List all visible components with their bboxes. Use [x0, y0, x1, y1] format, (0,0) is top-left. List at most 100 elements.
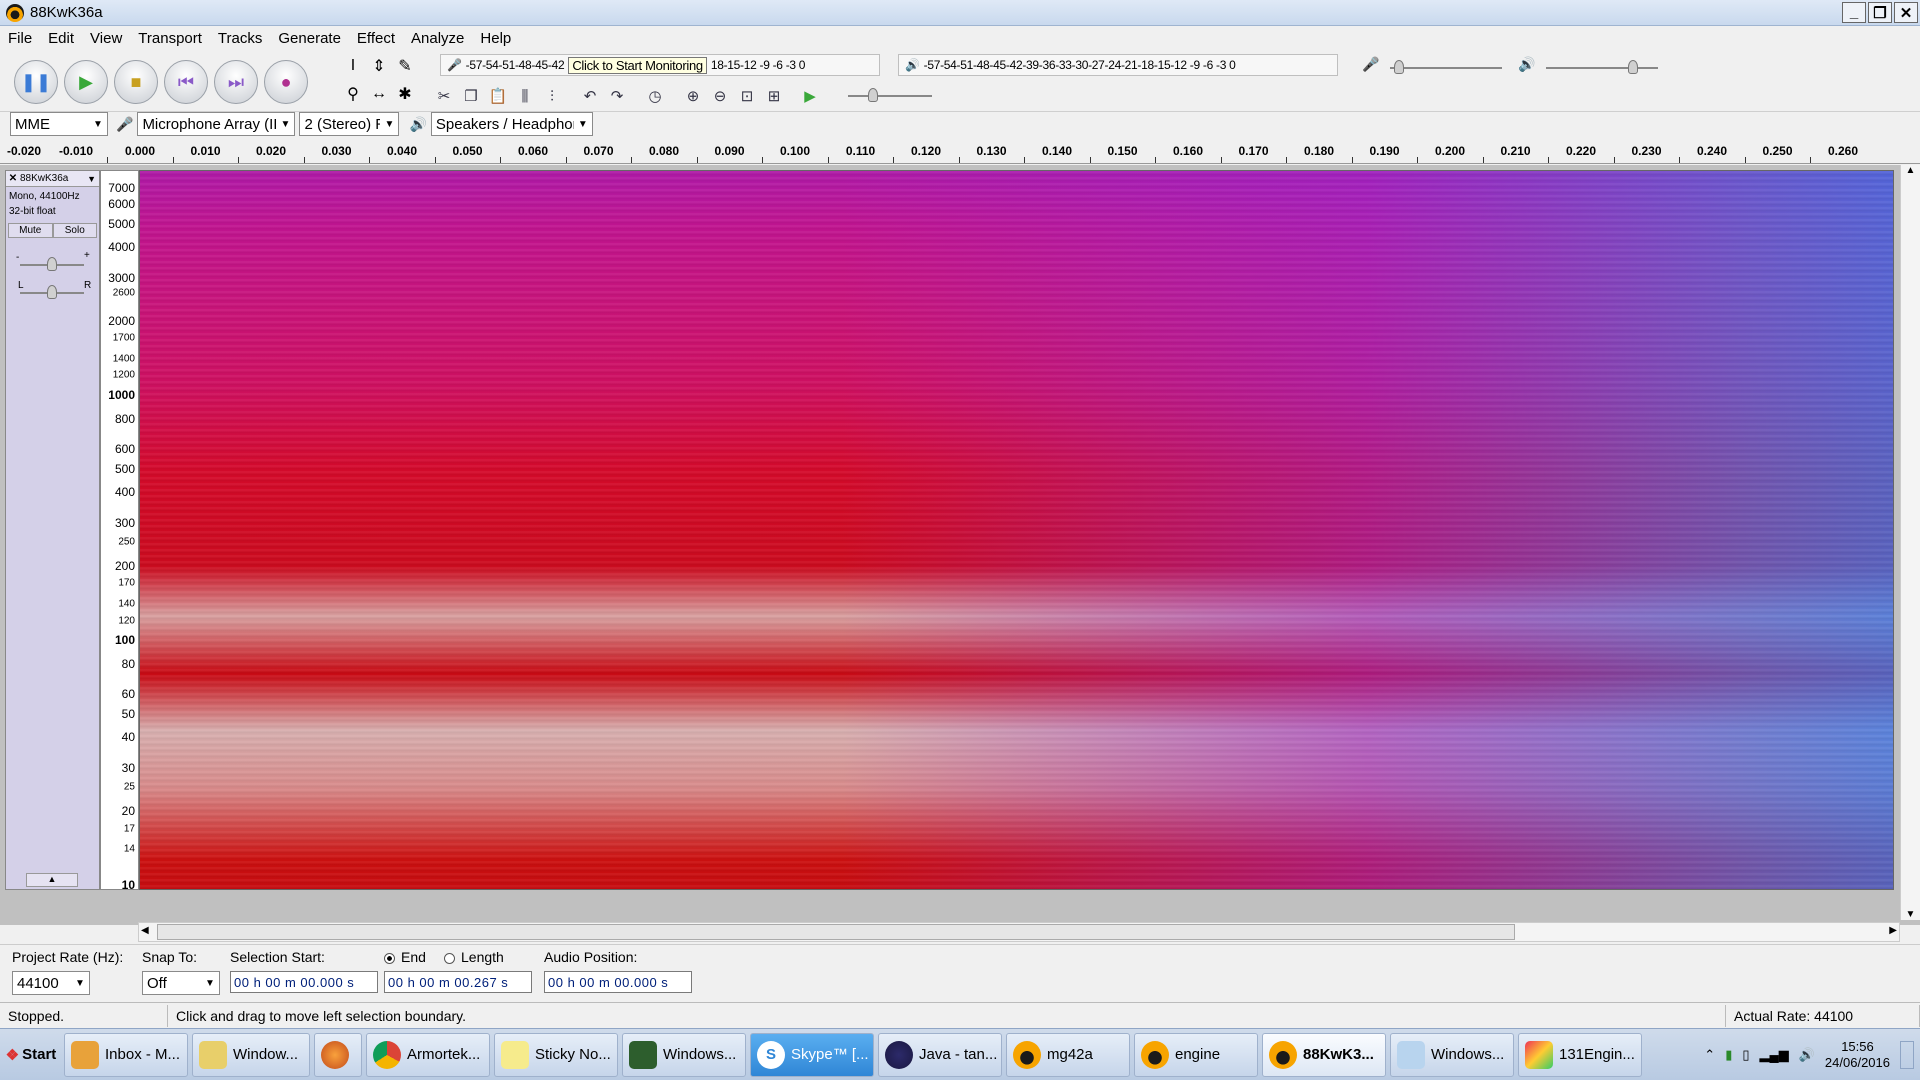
length-radio[interactable]	[444, 952, 455, 964]
skip-start-button[interactable]: ⏮	[164, 60, 208, 104]
chevron-down-icon[interactable]: ▼	[87, 174, 96, 184]
horizontal-scrollbar[interactable]: ◀ ▶	[138, 922, 1900, 942]
device-icon[interactable]: ▯	[1742, 1047, 1749, 1063]
taskbar-item-paint[interactable]: 131Engin...	[1518, 1032, 1642, 1077]
multi-tool-icon[interactable]: ✱	[392, 80, 418, 108]
menu-generate[interactable]: Generate	[270, 30, 349, 47]
zoom-out-icon[interactable]: ⊖	[708, 84, 732, 108]
scroll-down-icon[interactable]: ▼	[1901, 909, 1920, 920]
network-icon[interactable]: ▂▄▆	[1760, 1047, 1789, 1063]
frequency-label: 100	[114, 632, 135, 647]
menu-analyze[interactable]: Analyze	[403, 30, 472, 47]
stop-button[interactable]: ■	[114, 60, 158, 104]
menu-edit[interactable]: Edit	[40, 30, 82, 47]
project-rate-select[interactable]: 44100 ▼	[12, 971, 90, 995]
pause-button[interactable]: ❚❚	[14, 60, 58, 104]
minimize-button[interactable]: _	[1842, 2, 1866, 23]
silence-icon[interactable]: ⫶	[540, 84, 564, 108]
selection-tool-icon[interactable]: I	[340, 52, 366, 80]
end-radio[interactable]	[384, 952, 395, 964]
system-clock[interactable]: 15:56 24/06/2016	[1825, 1039, 1890, 1071]
snap-to-select[interactable]: Off ▼	[142, 971, 220, 995]
draw-tool-icon[interactable]: ✎	[392, 52, 418, 80]
fit-project-icon[interactable]: ⊞	[762, 84, 786, 108]
gain-slider[interactable]	[20, 257, 84, 271]
close-button[interactable]: ✕	[1894, 2, 1918, 23]
menu-help[interactable]: Help	[472, 30, 519, 47]
taskbar-item-eclipse[interactable]: Java - tan...	[878, 1032, 1002, 1077]
menu-view[interactable]: View	[82, 30, 130, 47]
menu-effect[interactable]: Effect	[349, 30, 403, 47]
mute-button[interactable]: Mute	[8, 223, 53, 238]
vertical-scrollbar[interactable]: ▲ ▼	[1900, 165, 1920, 920]
taskbar-item-windows-2[interactable]: Windows...	[1390, 1032, 1514, 1077]
fit-selection-icon[interactable]: ⊡	[735, 84, 759, 108]
zoom-in-icon[interactable]: ⊕	[681, 84, 705, 108]
frequency-axis[interactable]: 7000 6000 5000 4000 3000 2600 2000 1700 1400 1200…	[100, 170, 139, 892]
audio-position-field[interactable]: 00 h 00 m 00.000 s	[544, 971, 692, 993]
taskbar-item-audacity-active[interactable]: 88KwK3...	[1262, 1032, 1386, 1077]
trim-icon[interactable]: ⫼	[513, 84, 537, 108]
ruler-tick-label: -0.010	[58, 144, 94, 158]
taskbar-item-outlook[interactable]: Inbox - M...	[64, 1032, 188, 1077]
record-meter[interactable]: 🎤 -57-54-51-48-45-42 Click to Start Moni…	[440, 54, 880, 76]
frequency-label: 80	[121, 656, 135, 671]
play-button[interactable]: ▶	[64, 60, 108, 104]
recording-device-select[interactable]: Microphone Array (ID ▼	[137, 112, 296, 136]
toolbars: ❚❚ ▶ ■ ⏮ ⏭ ● I ⇕ ✎ ⚲ ↔ ✱ 🎤 -57-54-51-48-…	[0, 50, 1920, 112]
audacity-icon	[1269, 1040, 1297, 1069]
tray-expand-icon[interactable]: ⌃	[1704, 1047, 1715, 1063]
show-desktop-icon[interactable]	[1900, 1040, 1914, 1069]
taskbar-item-skype[interactable]: S Skype™ [...	[750, 1032, 874, 1077]
skip-end-button[interactable]: ⏭	[214, 60, 258, 104]
record-button[interactable]: ●	[264, 60, 308, 104]
copy-icon[interactable]: ❐	[459, 84, 483, 108]
maximize-button[interactable]: ❐	[1868, 2, 1892, 23]
audio-host-select[interactable]: MME ▼	[10, 112, 108, 136]
firefox-icon	[321, 1040, 349, 1069]
taskbar-item-chrome[interactable]: Armortek...	[366, 1032, 490, 1077]
taskbar-item-explorer[interactable]: Window...	[192, 1032, 310, 1077]
record-volume-slider[interactable]	[1390, 60, 1502, 74]
menu-tracks[interactable]: Tracks	[210, 30, 270, 47]
taskbar-item-sticky[interactable]: Sticky No...	[494, 1032, 618, 1077]
taskbar-item-audacity-mg42a[interactable]: mg42a	[1006, 1032, 1130, 1077]
play-at-speed-icon[interactable]: ▶	[798, 84, 822, 108]
track-name-bar[interactable]: ✕ 88KwK36a ▼	[6, 171, 99, 187]
playback-meter[interactable]: 🔊 -57-54-51-48-45-42-39-36-33-30-27-24-2…	[898, 54, 1338, 76]
menu-transport[interactable]: Transport	[130, 30, 210, 47]
sync-lock-icon[interactable]: ◷	[643, 84, 667, 108]
selection-start-field[interactable]: 00 h 00 m 00.000 s	[230, 971, 378, 993]
playback-volume-slider[interactable]	[1546, 60, 1658, 74]
redo-icon[interactable]: ↷	[605, 84, 629, 108]
play-speed-slider[interactable]	[848, 88, 932, 102]
playback-volume-icon: 🔊	[1518, 56, 1536, 72]
envelope-tool-icon[interactable]: ⇕	[366, 52, 392, 80]
timeshift-tool-icon[interactable]: ↔	[366, 80, 392, 108]
solo-button[interactable]: Solo	[52, 223, 97, 238]
ruler-tick-mark	[500, 157, 502, 163]
start-button[interactable]: ❖ Start	[0, 1033, 62, 1077]
timeline-ruler[interactable]: -0.020 -0.010 0.000 0.010 0.020 0.030 0.040 0.0…	[0, 140, 1920, 164]
volume-icon[interactable]: 🔊	[1799, 1047, 1815, 1063]
taskbar-item-firefox[interactable]	[314, 1032, 362, 1077]
recording-channels-select[interactable]: 2 (Stereo) R ▼	[299, 112, 400, 136]
selection-end-field[interactable]: 00 h 00 m 00.267 s	[384, 971, 532, 993]
collapse-track-button[interactable]: ▲	[26, 873, 78, 887]
pan-slider[interactable]	[20, 285, 84, 299]
taskbar-item-audacity-engine[interactable]: engine	[1134, 1032, 1258, 1077]
taskbar-item-windows-cmd[interactable]: Windows...	[622, 1032, 746, 1077]
paste-icon[interactable]: 📋	[486, 84, 510, 108]
spectrogram-view[interactable]	[139, 170, 1894, 890]
scroll-right-icon[interactable]: ▶	[1889, 925, 1897, 936]
menu-file[interactable]: File	[0, 30, 40, 47]
scroll-up-icon[interactable]: ▲	[1901, 165, 1920, 176]
close-track-icon[interactable]: ✕	[6, 173, 20, 184]
zoom-tool-icon[interactable]: ⚲	[340, 80, 366, 108]
cut-icon[interactable]: ✂	[432, 84, 456, 108]
battery-icon[interactable]: ▮	[1725, 1047, 1732, 1063]
horizontal-scroll-thumb[interactable]	[157, 924, 1515, 940]
playback-device-select[interactable]: Speakers / Headphon ▼	[430, 112, 593, 136]
scroll-left-icon[interactable]: ◀	[141, 925, 149, 936]
undo-icon[interactable]: ↶	[578, 84, 602, 108]
